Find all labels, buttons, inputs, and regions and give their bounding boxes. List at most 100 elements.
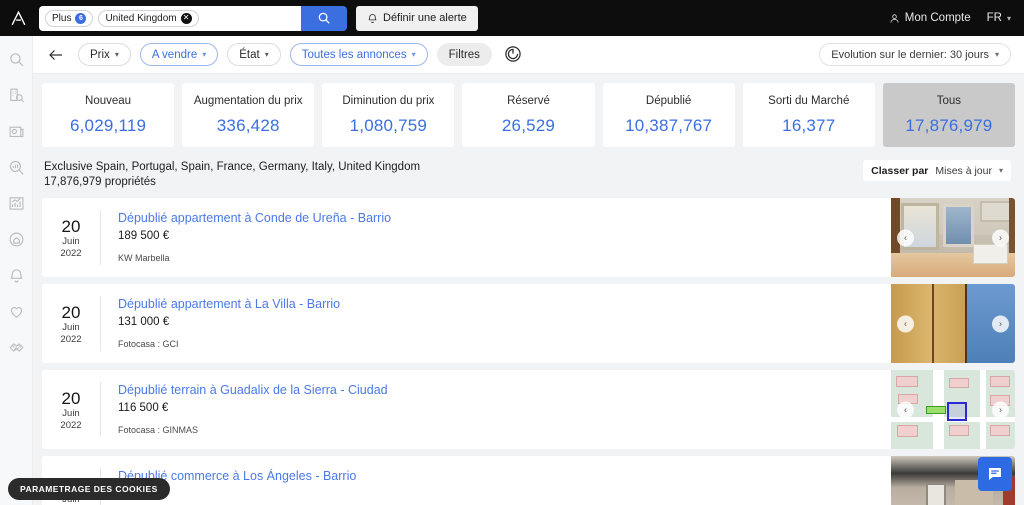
filter-chip-all-listings-label: Toutes les annonces bbox=[301, 48, 407, 61]
refresh-icon[interactable] bbox=[503, 44, 525, 66]
stats-row: Nouveau 6,029,119 Augmentation du prix 3… bbox=[33, 74, 1024, 147]
filter-chip-for-sale[interactable]: A vendre ▾ bbox=[139, 43, 219, 66]
listing-title-link[interactable]: Dépublié terrain à Guadalix de la Sierra… bbox=[118, 382, 891, 399]
listing-month: Juin bbox=[62, 408, 80, 419]
search-icon[interactable] bbox=[301, 5, 347, 31]
table-row[interactable]: 20 Juin 2022 Dépublié commerce à Los Áng… bbox=[42, 456, 1015, 505]
sidebar-item-alerts[interactable] bbox=[5, 264, 27, 286]
stat-label: Augmentation du prix bbox=[193, 94, 303, 107]
filter-chip-state[interactable]: État ▾ bbox=[227, 43, 281, 66]
chevron-down-icon: ▾ bbox=[411, 50, 416, 59]
sidebar-item-statistics[interactable] bbox=[5, 192, 27, 214]
thumb-next-icon[interactable]: › bbox=[992, 229, 1009, 246]
listing-title-link[interactable]: Dépublié appartement à Conde de Ureña - … bbox=[118, 210, 891, 227]
stat-card-all[interactable]: Tous 17,876,979 bbox=[882, 83, 1015, 147]
thumb-prev-icon[interactable]: ‹ bbox=[897, 401, 914, 418]
stat-label: Sorti du Marché bbox=[768, 94, 850, 107]
listing-price: 116 500 € bbox=[118, 402, 169, 414]
stat-card-reserved[interactable]: Réservé 26,529 bbox=[462, 83, 595, 147]
chevron-down-icon: ▾ bbox=[998, 166, 1003, 175]
sidebar-item-favourites[interactable] bbox=[5, 300, 27, 322]
top-bar: Plus 6 United Kingdom ✕ Définir une aler… bbox=[0, 0, 1024, 36]
sidebar-item-news[interactable] bbox=[5, 120, 27, 142]
chevron-down-icon: ▾ bbox=[264, 50, 269, 59]
close-circle-icon[interactable]: ✕ bbox=[180, 12, 192, 24]
newspaper-icon bbox=[9, 126, 23, 137]
listing-thumbnail[interactable]: ‹ › bbox=[891, 284, 1015, 363]
stat-card-price-decrease[interactable]: Diminution du prix 1,080,759 bbox=[322, 83, 455, 147]
listing-body: Dépublié appartement à La Villa - Barrio… bbox=[101, 284, 891, 363]
sidebar-item-market-analysis[interactable] bbox=[5, 156, 27, 178]
search-bar[interactable]: Plus 6 United Kingdom ✕ bbox=[39, 5, 347, 31]
arrow-left-icon[interactable] bbox=[43, 42, 69, 68]
thumb-next-icon[interactable]: › bbox=[992, 315, 1009, 332]
listing-body: Dépublié appartement à Conde de Ureña - … bbox=[101, 198, 891, 277]
brand-a-logo[interactable] bbox=[0, 0, 36, 36]
sidebar-item-deals[interactable] bbox=[5, 336, 27, 358]
more-filters-chip[interactable]: Plus 6 bbox=[45, 9, 94, 27]
stat-card-off-market[interactable]: Sorti du Marché 16,377 bbox=[742, 83, 875, 147]
left-sidebar bbox=[0, 36, 33, 505]
stat-value: 17,876,979 bbox=[905, 115, 993, 135]
sort-selector[interactable]: Classer par Mises à jour ▾ bbox=[863, 160, 1011, 181]
table-row[interactable]: 20 Juin 2022 Dépublié terrain à Guadalix… bbox=[42, 370, 1015, 449]
results-scope: Exclusive Spain, Portugal, Spain, France… bbox=[44, 161, 421, 173]
stat-value: 26,529 bbox=[501, 115, 556, 135]
listing-date: 20 Juin 2022 bbox=[42, 370, 100, 449]
listing-thumbnail[interactable]: ‹ › bbox=[891, 370, 1015, 449]
set-alert-label: Définir une alerte bbox=[383, 12, 467, 24]
sidebar-item-search[interactable] bbox=[5, 48, 27, 70]
filter-chip-price[interactable]: Prix ▾ bbox=[78, 43, 131, 66]
listing-thumbnail[interactable]: ‹ › bbox=[891, 198, 1015, 277]
results-header: Exclusive Spain, Portugal, Spain, France… bbox=[33, 147, 1024, 198]
cookie-settings-label: PARAMETRAGE DES COOKIES bbox=[20, 484, 158, 494]
more-filters-count: 6 bbox=[75, 12, 87, 24]
listing-title-link[interactable]: Dépublié appartement à La Villa - Barrio bbox=[118, 296, 891, 313]
listing-source: Fotocasa : GCI bbox=[118, 339, 179, 349]
thumb-next-icon[interactable]: › bbox=[992, 401, 1009, 418]
sidebar-item-building-search[interactable] bbox=[5, 84, 27, 106]
account-label: Mon Compte bbox=[904, 12, 971, 24]
table-row[interactable]: 20 Juin 2022 Dépublié appartement à La V… bbox=[42, 284, 1015, 363]
home-circle-icon bbox=[9, 232, 23, 246]
stat-value: 336,428 bbox=[216, 115, 280, 135]
table-row[interactable]: 20 Juin 2022 Dépublié appartement à Cond… bbox=[42, 198, 1015, 277]
search-input[interactable]: Plus 6 United Kingdom ✕ bbox=[39, 5, 301, 31]
location-chip[interactable]: United Kingdom ✕ bbox=[98, 9, 199, 27]
stat-value: 6,029,119 bbox=[69, 115, 147, 135]
listing-title-link[interactable]: Dépublié commerce à Los Ángeles - Barrio bbox=[118, 468, 891, 485]
filter-bar: Prix ▾ A vendre ▾ État ▾ Toutes les anno… bbox=[33, 36, 1024, 74]
listing-date: 20 Juin 2022 bbox=[42, 198, 100, 277]
bar-chart-icon bbox=[9, 196, 23, 210]
chat-bubble-icon[interactable] bbox=[978, 457, 1012, 491]
listing-price: 131 000 € bbox=[118, 316, 170, 328]
stat-card-price-increase[interactable]: Augmentation du prix 336,428 bbox=[182, 83, 315, 147]
listing-day: 20 bbox=[61, 389, 81, 408]
stat-card-nouveau[interactable]: Nouveau 6,029,119 bbox=[42, 83, 175, 147]
evolution-period-label: Evolution sur le dernier: 30 jours bbox=[831, 48, 989, 61]
listing-body: Dépublié commerce à Los Ángeles - Barrio bbox=[101, 456, 891, 505]
stat-label: Tous bbox=[936, 94, 962, 107]
thumb-prev-icon[interactable]: ‹ bbox=[897, 315, 914, 332]
language-selector[interactable]: FR ▾ bbox=[987, 12, 1011, 24]
main-content: Prix ▾ A vendre ▾ État ▾ Toutes les anno… bbox=[33, 36, 1024, 505]
thumb-prev-icon[interactable]: ‹ bbox=[897, 229, 914, 246]
listing-price: 189 500 € bbox=[118, 230, 170, 242]
evolution-period-selector[interactable]: Evolution sur le dernier: 30 jours ▾ bbox=[819, 43, 1011, 66]
heart-icon bbox=[10, 306, 22, 318]
cookie-settings-button[interactable]: PARAMETRAGE DES COOKIES bbox=[8, 478, 170, 500]
set-alert-button[interactable]: Définir une alerte bbox=[356, 5, 478, 31]
bell-icon bbox=[10, 268, 22, 282]
stat-card-unpublished[interactable]: Dépublié 10,387,767 bbox=[602, 83, 735, 147]
filter-chip-all-listings[interactable]: Toutes les annonces ▾ bbox=[289, 43, 428, 66]
listing-day: 20 bbox=[61, 303, 81, 322]
sidebar-item-valuation[interactable] bbox=[5, 228, 27, 250]
results-count: 17,876,979 propriétés bbox=[44, 176, 156, 188]
more-filters-label: Plus bbox=[52, 12, 72, 24]
sort-value: Mises à jour bbox=[935, 164, 992, 177]
app-root: Plus 6 United Kingdom ✕ Définir une aler… bbox=[0, 0, 1024, 505]
listing-year: 2022 bbox=[60, 334, 82, 345]
account-button[interactable]: Mon Compte bbox=[889, 12, 971, 24]
listing-source: KW Marbella bbox=[118, 253, 170, 263]
filter-chip-filters[interactable]: Filtres bbox=[436, 43, 492, 66]
